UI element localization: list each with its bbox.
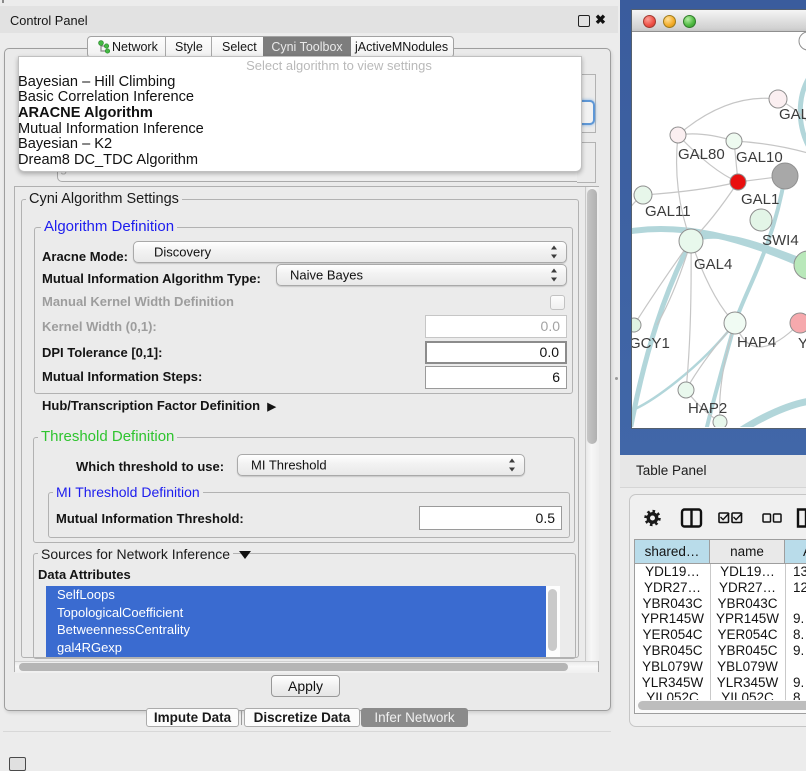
- svg-text:GAL11: GAL11: [645, 203, 691, 220]
- svg-text:GAL4: GAL4: [694, 256, 732, 273]
- svg-text:HAP4: HAP4: [737, 334, 776, 351]
- svg-text:GAL1: GAL1: [741, 191, 779, 208]
- svg-text:HAP2: HAP2: [688, 400, 727, 417]
- svg-text:GAL80: GAL80: [678, 146, 725, 163]
- svg-text:GCY1: GCY1: [632, 335, 670, 352]
- svg-text:SWI4: SWI4: [762, 232, 799, 249]
- svg-text:Y: Y: [798, 335, 806, 352]
- svg-text:GAL10: GAL10: [736, 149, 783, 166]
- svg-text:GAL: GAL: [779, 106, 806, 123]
